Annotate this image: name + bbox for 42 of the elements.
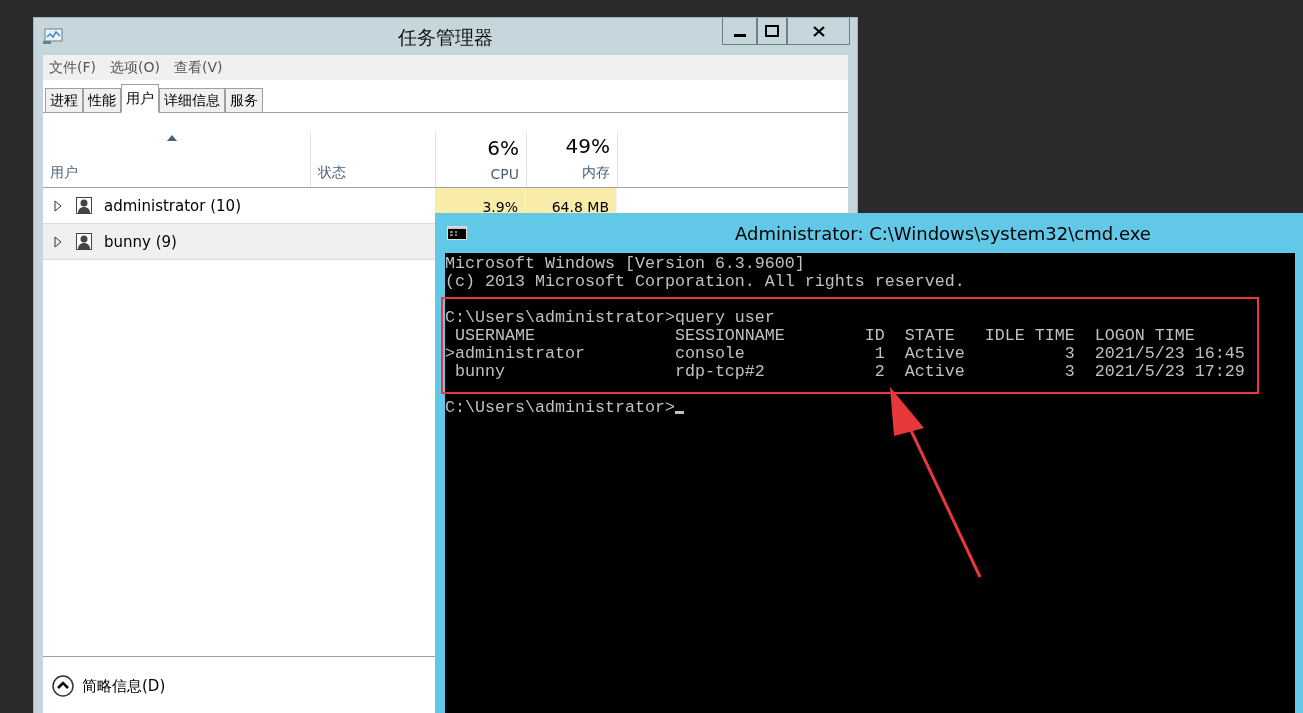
minimize-icon — [733, 34, 746, 37]
maximize-icon — [765, 25, 779, 37]
column-header[interactable]: 内存 — [582, 164, 610, 182]
window-title: 任务管理器 — [397, 25, 494, 50]
tab[interactable]: 详细信息 — [159, 88, 225, 112]
tab[interactable]: 服务 — [225, 88, 263, 112]
expand-icon[interactable] — [54, 235, 62, 248]
menu-item[interactable]: 查看(V) — [173, 58, 223, 77]
console-line: (c) 2013 Microsoft Corporation. All rights reserved. — [445, 273, 965, 291]
column-header[interactable]: CPU — [490, 166, 519, 182]
cpu-value: 3.9% — [435, 188, 526, 215]
user-icon — [76, 197, 92, 214]
close-button[interactable] — [787, 18, 850, 45]
user-name: administrator (10) — [104, 196, 241, 215]
column-header[interactable]: 用户 — [50, 164, 78, 182]
column-header[interactable]: 状态 — [318, 164, 346, 182]
console-line: C:\Users\administrator>query user — [445, 309, 775, 327]
summary-value: 6% — [487, 136, 519, 160]
summary-value: 49% — [565, 134, 610, 158]
tab[interactable]: 进程 — [45, 88, 83, 112]
console-icon — [447, 226, 467, 240]
menu-item[interactable]: 选项(O) — [110, 58, 160, 77]
collapse-icon — [52, 675, 74, 697]
user-row[interactable]: bunny (9) — [43, 224, 435, 260]
user-name: bunny (9) — [104, 232, 177, 251]
menu-item[interactable]: 文件(F) — [49, 58, 96, 77]
console-line: bunny rdp-tcp#2 2 Active 3 2021/5/23 17:29 — [454, 363, 1245, 381]
app-icon — [43, 28, 63, 44]
console-line: Microsoft Windows [Version 6.3.9600] — [445, 255, 805, 273]
fewer-details-button[interactable]: 简略信息(D) — [52, 675, 166, 697]
console-line: USERNAME SESSIONNAME ID STATE IDLE TIME LOGON TIME — [454, 327, 1195, 345]
tab[interactable]: 用户 — [121, 84, 159, 113]
expand-icon[interactable] — [54, 199, 62, 212]
minimize-button[interactable] — [722, 18, 757, 45]
console-line: >administrator console 1 Active 3 2021/5/23 16:45 — [445, 345, 1245, 363]
maximize-button[interactable] — [757, 18, 787, 45]
memory-value: 64.8 MB — [526, 188, 617, 215]
user-icon — [76, 233, 92, 250]
console-line: C:\Users\administrator> — [445, 399, 675, 417]
tab[interactable]: 性能 — [83, 88, 121, 112]
close-icon — [812, 25, 825, 37]
window-title: Administrator: C:\Windows\system32\cmd.exe — [735, 222, 1151, 244]
